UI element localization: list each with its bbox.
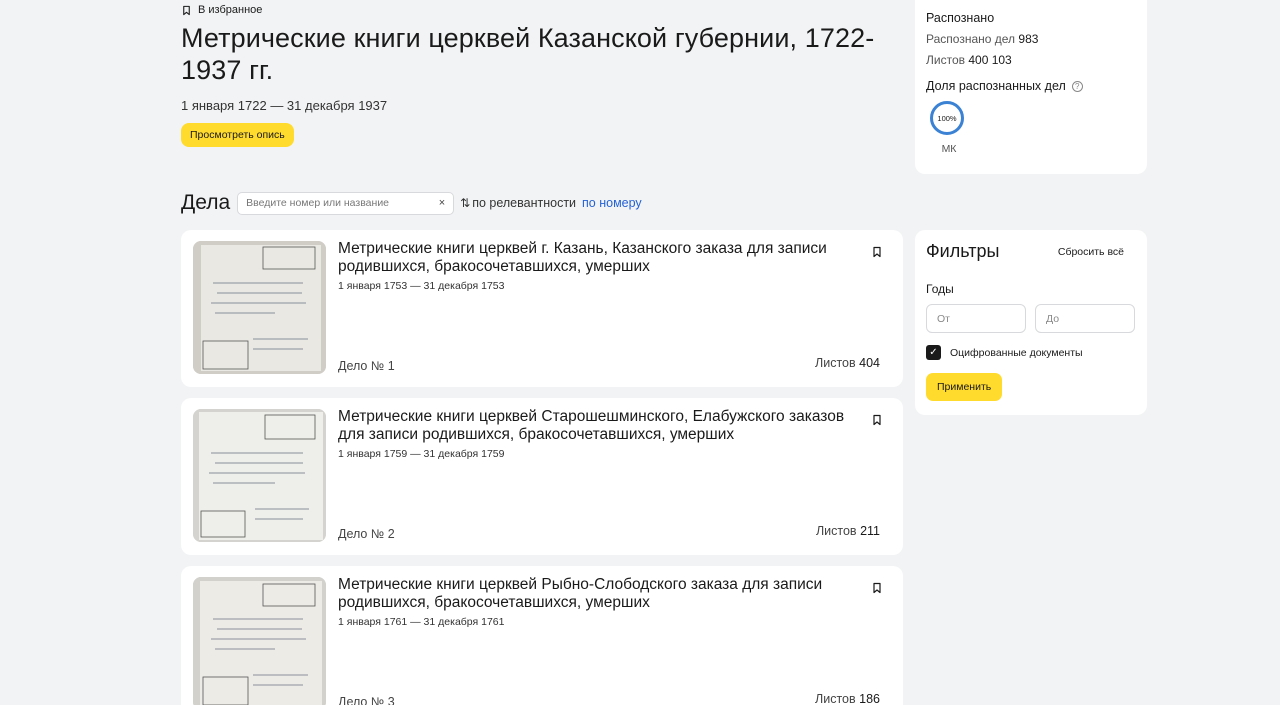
sheets-count: 404 <box>859 356 880 370</box>
reset-all-button[interactable]: Сбросить всё <box>1058 246 1124 258</box>
share-ring-group: 100% МК <box>926 101 968 155</box>
bookmark-icon[interactable] <box>871 582 883 594</box>
case-sheets: Листов 211 <box>816 524 880 538</box>
case-number: Дело № 3 <box>338 695 395 705</box>
cases-title: Дела <box>181 191 231 214</box>
recognized-cases-row: Распознано дел 983 <box>926 32 1136 46</box>
add-to-favorites[interactable]: В избранное <box>181 1 901 19</box>
share-ring: 100% <box>930 101 964 135</box>
sort-by-relevance[interactable]: по релевантности <box>472 196 576 210</box>
page-title: Метрические книги церквей Казанской губе… <box>181 23 875 85</box>
clear-icon[interactable]: × <box>439 197 445 209</box>
year-range-inputs <box>926 304 1136 333</box>
sheets-label: Листов <box>815 356 856 370</box>
favorite-label: В избранное <box>198 4 263 16</box>
case-sheets: Листов 404 <box>815 356 880 370</box>
case-sheets: Листов 186 <box>815 692 880 705</box>
case-card[interactable]: Метрические книги церквей г. Казань, Каз… <box>181 230 903 387</box>
case-title[interactable]: Метрические книги церквей г. Казань, Каз… <box>338 240 858 275</box>
ring-label: МК <box>941 143 957 155</box>
digitized-filter[interactable]: ✓ Оцифрованные документы <box>926 345 1136 360</box>
recognized-label: Распознано дел <box>926 32 1016 46</box>
sheets-row: Листов 400 103 <box>926 53 1136 67</box>
case-thumbnail[interactable] <box>193 241 326 374</box>
filters-header: Фильтры Сбросить всё <box>926 241 1136 262</box>
sheets-count: 186 <box>859 692 880 705</box>
sheets-count: 211 <box>860 524 880 538</box>
sheets-total-value: 400 103 <box>968 53 1012 67</box>
case-card[interactable]: Метрические книги церквей Старошешминско… <box>181 398 903 555</box>
stats-heading: Распознано <box>926 11 995 25</box>
digitized-label: Оцифрованные документы <box>950 346 1083 359</box>
sheets-label: Листов <box>815 692 856 705</box>
year-from-input[interactable] <box>926 304 1026 333</box>
year-to-input[interactable] <box>1035 304 1135 333</box>
case-title[interactable]: Метрические книги церквей Старошешминско… <box>338 408 858 443</box>
recognized-value: 983 <box>1018 32 1039 46</box>
apply-filters-button[interactable]: Применить <box>926 373 1003 401</box>
case-number: Дело № 2 <box>338 527 395 541</box>
bookmark-icon[interactable] <box>871 414 883 426</box>
sheets-label: Листов <box>815 524 857 538</box>
case-dates: 1 января 1753 — 31 декабря 1753 <box>338 280 505 292</box>
bookmark-icon <box>183 5 190 15</box>
sort-icon: ⇅ <box>460 196 471 210</box>
case-search-input[interactable] <box>246 197 439 209</box>
case-search-box: × <box>237 191 455 215</box>
sheets-total-label: Листов <box>926 53 965 67</box>
years-label: Годы <box>926 282 954 296</box>
case-dates: 1 января 1761 — 31 декабря 1761 <box>338 616 505 628</box>
case-number: Дело № 1 <box>338 359 395 373</box>
recognized-share-row: Доля распознанных дел ? <box>926 79 1136 93</box>
case-card[interactable]: Метрические книги церквей Рыбно-Слободск… <box>181 566 903 705</box>
case-thumbnail[interactable] <box>193 577 326 705</box>
cases-toolbar: Дела × ⇅ по релевантности по номеру <box>181 190 642 216</box>
bookmark-icon[interactable] <box>871 246 883 258</box>
filters-panel: Фильтры Сбросить всё Годы ✓ Оцифрованные… <box>915 230 1147 415</box>
view-inventory-button[interactable]: Просмотреть опись <box>181 123 294 147</box>
help-icon[interactable]: ? <box>1071 80 1083 92</box>
collection-date-range: 1 января 1722 — 31 декабря 1937 <box>181 98 388 113</box>
sort-controls: ⇅ по релевантности по номеру <box>460 196 642 210</box>
case-thumbnail[interactable] <box>193 409 326 542</box>
sort-by-number[interactable]: по номеру <box>582 196 642 210</box>
digitized-checkbox[interactable]: ✓ <box>926 345 941 360</box>
filters-title: Фильтры <box>926 241 1000 261</box>
recognition-stats-panel: Распознано Распознано дел 983 Листов 400… <box>915 0 1147 174</box>
collection-header: В избранное Метрические книги церквей Ка… <box>181 0 901 147</box>
case-dates: 1 января 1759 — 31 декабря 1759 <box>338 448 505 460</box>
share-label: Доля распознанных дел <box>926 79 1066 93</box>
case-title[interactable]: Метрические книги церквей Рыбно-Слободск… <box>338 576 858 611</box>
